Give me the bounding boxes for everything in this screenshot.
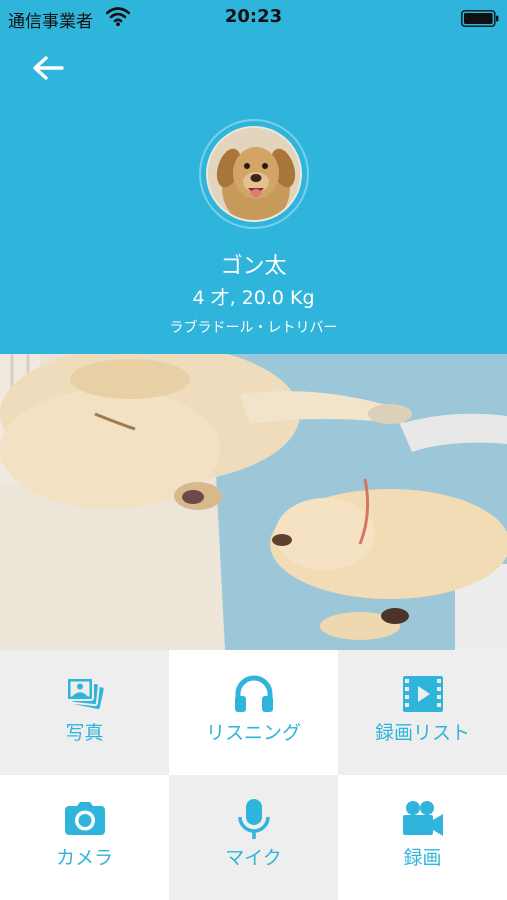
listening-button[interactable]: リスニング (169, 650, 338, 775)
listening-label: リスニング (205, 722, 301, 744)
film-icon (402, 676, 443, 712)
camera-label: カメラ (55, 847, 113, 869)
photos-icon (65, 677, 104, 710)
record-label: 録画 (403, 847, 442, 869)
camera-icon (64, 802, 105, 835)
sleeping-dogs-image (0, 354, 507, 650)
video-camera-icon (402, 801, 443, 836)
dog-portrait-image (208, 128, 300, 220)
pet-avatar[interactable] (206, 126, 302, 222)
back-arrow-icon[interactable] (28, 52, 70, 84)
microphone-button[interactable]: マイク (169, 775, 338, 900)
profile-header: 通信事業者 20:23 ゴン太 4 才, 20.0 Kg ラブラドール・レトリバ… (0, 0, 507, 354)
photos-label: 写真 (65, 722, 104, 744)
camera-button[interactable]: カメラ (0, 775, 169, 900)
pet-age-weight: 4 才, 20.0 Kg (192, 287, 315, 309)
action-grid: 写真 リスニング 録画リスト カメラ マイク 録画 (0, 650, 507, 900)
microphone-icon (237, 799, 270, 839)
photos-button[interactable]: 写真 (0, 650, 169, 775)
microphone-label: マイク (225, 847, 282, 869)
record-button[interactable]: 録画 (338, 775, 507, 900)
recording-list-label: 録画リスト (374, 722, 470, 744)
pet-name: ゴン太 (220, 254, 287, 279)
pet-photo (0, 354, 507, 650)
status-time: 20:23 (224, 6, 283, 27)
recording-list-button[interactable]: 録画リスト (338, 650, 507, 775)
headphones-icon (234, 675, 273, 712)
pet-breed: ラブラドール・レトリバー (169, 320, 338, 336)
status-bar: 通信事業者 20:23 (0, 0, 507, 36)
battery-icon (461, 10, 499, 27)
